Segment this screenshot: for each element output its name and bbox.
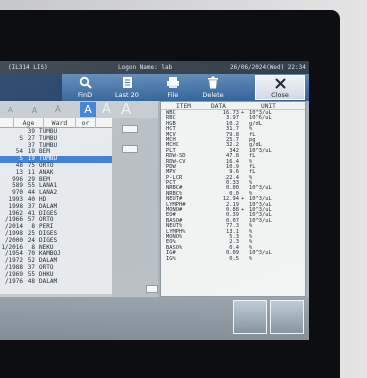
window-title: (IL314 LIS)	[8, 64, 48, 71]
result-value-cell: 0.5	[229, 255, 239, 262]
header-data: DATA	[211, 103, 226, 110]
side-button-lower[interactable]	[122, 145, 138, 153]
last20-button[interactable]: Last 20	[106, 74, 148, 101]
patient-table-header: Age Ward or	[0, 118, 112, 128]
font-size-button-2[interactable]: A	[32, 107, 37, 115]
bottom-button-left[interactable]	[233, 300, 267, 334]
font-size-button-5[interactable]: A	[102, 103, 111, 116]
logon-name: Logon Name: lab	[118, 64, 173, 71]
delete-label: Delete	[202, 91, 224, 99]
header-unit: UNIT	[261, 103, 276, 110]
file-icon	[166, 74, 180, 89]
close-icon	[274, 76, 286, 89]
patient-ward-cell: DALAM	[39, 277, 58, 285]
result-row: IG% 0.5%	[161, 255, 305, 262]
patient-age-cell: 48	[27, 277, 35, 285]
side-column	[112, 118, 158, 297]
last20-label: Last 20	[115, 91, 139, 99]
screen: (IL314 LIS) Logon Name: lab 26/06/2024(W…	[0, 61, 309, 340]
toolbar-left-panel	[0, 74, 62, 101]
toolbar: FinD Last 20 File Delete Close	[0, 74, 309, 101]
patient-rows: 39 TUMBU S 27 TUMBU 37 TUMBU 54 19 BEM 5 19 TUMBU 48 7…	[0, 128, 112, 286]
header-other[interactable]: or	[76, 118, 96, 128]
side-button-upper[interactable]	[122, 125, 138, 133]
date-time: 26/06/2024(Wed) 22:34	[230, 64, 306, 71]
result-rows: WBC 16.73 +10^3/uL RBC 3.97 10^6/uL HGB 10.2 g/d…	[161, 110, 305, 262]
scrollbar-thumb[interactable]	[146, 285, 158, 293]
font-size-button-3[interactable]: A	[55, 106, 61, 115]
file-label: File	[167, 91, 179, 99]
header-blank-cell	[0, 118, 14, 128]
delete-icon	[207, 74, 219, 89]
file-button[interactable]: File	[156, 74, 190, 101]
patient-id-cell: /1976	[4, 277, 23, 285]
font-size-button-6[interactable]: A	[121, 102, 131, 117]
close-label: Close	[271, 91, 289, 99]
bottom-bar	[0, 297, 309, 340]
patient-list-pane: AAAAAA Age Ward or 39 TUMBU S 27 TUMBU 37 TUMB…	[0, 101, 158, 297]
result-item-cell: IG%	[166, 255, 176, 262]
delete-button[interactable]: Delete	[193, 74, 233, 101]
font-size-selector: AAAAAA	[0, 101, 158, 118]
results-header: ITEM DATA UNIT	[161, 103, 305, 110]
list-icon	[121, 74, 134, 89]
title-bar: (IL314 LIS) Logon Name: lab 26/06/2024(W…	[0, 61, 309, 74]
patient-ward-cell: LANA2	[39, 189, 58, 197]
find-button[interactable]: FinD	[68, 74, 102, 101]
font-size-button-1[interactable]: A	[8, 107, 13, 114]
bottom-button-right[interactable]	[270, 300, 304, 334]
header-age[interactable]: Age	[14, 118, 44, 128]
search-icon	[79, 74, 92, 89]
close-button[interactable]: Close	[255, 75, 305, 100]
patient-id-cell: S	[19, 134, 23, 142]
results-pane: ITEM DATA UNIT WBC 16.73 +10^3/uL RBC 3.97 10…	[160, 101, 306, 297]
header-item: ITEM	[176, 103, 191, 110]
result-unit-cell: %	[249, 255, 253, 262]
header-ward[interactable]: Ward	[44, 118, 76, 128]
font-size-button-4[interactable]: A	[80, 102, 96, 117]
patient-table: Age Ward or 39 TUMBU S 27 TUMBU 37 TUMBU 54 19 BE…	[0, 118, 112, 294]
patient-row[interactable]: /1976 48 DALAM	[0, 277, 112, 286]
find-label: FinD	[77, 91, 93, 99]
